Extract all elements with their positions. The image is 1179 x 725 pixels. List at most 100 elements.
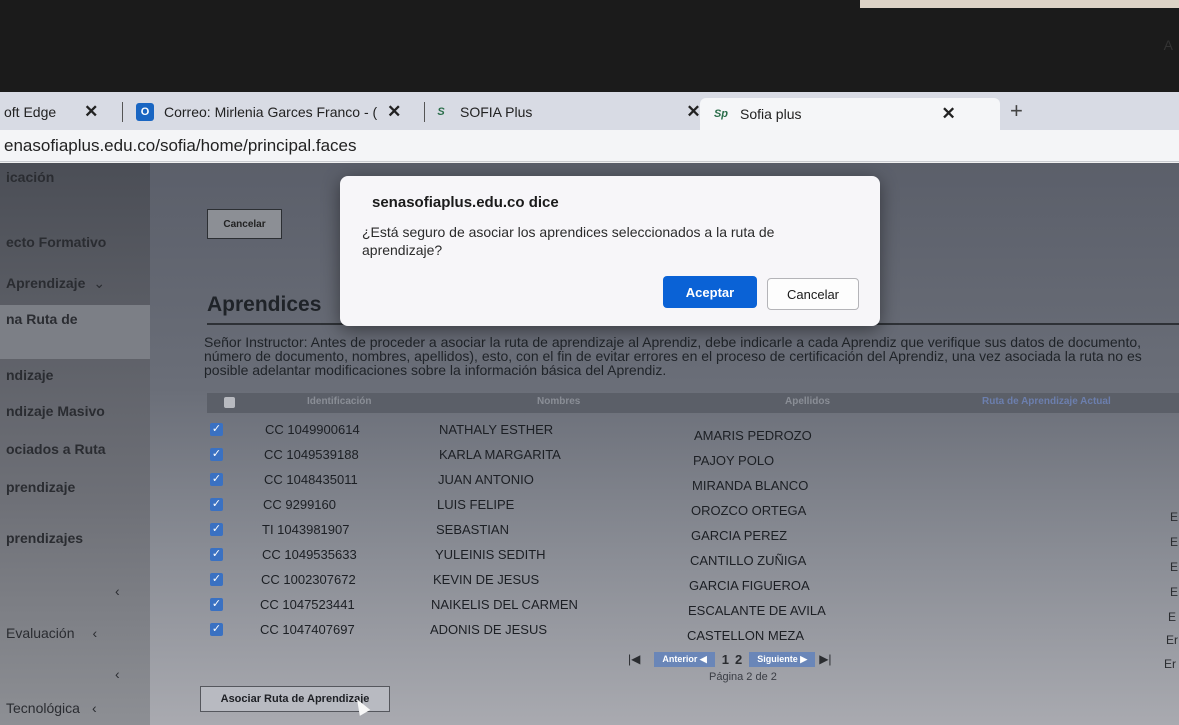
cancel-button[interactable]: Cancelar — [207, 209, 282, 239]
sidebar-item-evaluacion[interactable]: Evaluación ‹ — [6, 625, 97, 641]
chevron-down-icon: ⌄ — [93, 275, 106, 291]
sidebar-item-ruta-aprendizaje[interactable]: prendizaje — [6, 479, 75, 495]
tab-label: oft Edge — [4, 104, 57, 120]
cell-nombres: ADONIS DE JESUS — [430, 622, 548, 637]
page-link-2[interactable]: 2 — [735, 652, 742, 667]
tab-label: Correo: Mirlenia Garces Franco - ( — [164, 104, 378, 120]
ruta-cell-partial: E — [1170, 585, 1179, 599]
cell-identificacion: CC 9299160 — [263, 497, 336, 512]
table-row: ✓ CC 1048435011 JUAN ANTONIO MIRANDA BLANCO — [207, 468, 1179, 493]
chevron-left-icon[interactable]: ‹ — [115, 583, 120, 599]
cell-nombres: NAIKELIS DEL CARMEN — [431, 597, 578, 612]
dialog-cancel-button[interactable]: Cancelar — [767, 278, 859, 310]
table-row: ✓ CC 1049539188 KARLA MARGARITA PAJOY POLO — [207, 443, 1179, 468]
cell-apellidos: CASTELLON MEZA — [687, 628, 805, 643]
dialog-title: senasofiaplus.edu.co dice — [372, 194, 559, 211]
row-checkbox[interactable]: ✓ — [210, 473, 223, 486]
row-checkbox[interactable]: ✓ — [210, 548, 223, 561]
last-page-icon[interactable]: ▶| — [819, 652, 831, 666]
sidebar-item-aprendizaje-masivo[interactable]: ndizaje Masivo — [6, 403, 105, 419]
instructor-notice: Señor Instructor: Antes de proceder a as… — [204, 334, 1142, 378]
accept-button[interactable]: Aceptar — [663, 276, 757, 308]
sidebar-item-asociados-ruta[interactable]: ociados a Ruta — [6, 441, 106, 457]
browser-tab-bar: oft Edge ✕ O Correo: Mirlenia Garces Fra… — [0, 92, 1179, 130]
read-aloud-icon[interactable]: A — [1164, 37, 1173, 53]
cell-identificacion: TI 1043981907 — [262, 522, 350, 537]
row-checkbox[interactable]: ✓ — [210, 448, 223, 461]
row-checkbox[interactable]: ✓ — [210, 623, 223, 636]
cell-nombres: YULEINIS SEDITH — [435, 547, 546, 562]
sidebar-item-label: Tecnológica — [6, 700, 80, 716]
next-page-button[interactable]: Siguiente ▶ — [749, 651, 816, 667]
sidebar-item-aprendizaje-individual[interactable]: ndizaje — [6, 367, 53, 383]
row-checkbox[interactable]: ✓ — [210, 498, 223, 511]
sofia-icon: S — [437, 106, 445, 118]
chevron-left-icon[interactable]: ‹ — [115, 666, 120, 682]
table-row: ✓ CC 9299160 LUIS FELIPE OROZCO ORTEGA — [207, 493, 1179, 518]
tab-edge[interactable]: oft Edge ✕ — [4, 96, 98, 128]
sidebar-item-tecnologica[interactable]: Tecnológica ‹ — [6, 700, 97, 716]
cell-identificacion: CC 1049535633 — [262, 547, 357, 562]
cell-apellidos: GARCIA FIGUEROA — [689, 578, 810, 593]
table-row: ✓ CC 1049535633 YULEINIS SEDITH CANTILLO ZU… — [207, 543, 1179, 568]
sidebar-item-label: Aprendizaje — [6, 275, 86, 291]
row-checkbox[interactable]: ✓ — [210, 598, 223, 611]
cell-apellidos: CANTILLO ZUÑIGA — [690, 553, 807, 568]
previous-page-button[interactable]: Anterior ◀ — [654, 651, 715, 667]
first-page-icon[interactable]: |◀ — [628, 652, 640, 666]
sofia-icon: Sp — [713, 108, 729, 120]
cell-identificacion: CC 1047407697 — [260, 622, 355, 637]
table-row: ✓ TI 1043981907 SEBASTIAN GARCIA PEREZ — [207, 518, 1179, 543]
sidebar-item-proyecto-formativo[interactable]: ecto Formativo — [6, 234, 106, 250]
tab-outlook[interactable]: O Correo: Mirlenia Garces Franco - ( ✕ — [136, 96, 401, 128]
sidebar-item-ubicacion[interactable]: icación — [6, 169, 54, 185]
column-header-ruta-actual: Ruta de Aprendizaje Actual — [982, 396, 1111, 407]
column-header-nombres: Nombres — [537, 396, 581, 407]
close-icon[interactable]: ✕ — [84, 102, 98, 122]
new-tab-icon[interactable]: + — [1010, 98, 1023, 124]
row-checkbox[interactable]: ✓ — [210, 523, 223, 536]
cell-apellidos: AMARIS PEDROZO — [694, 428, 812, 443]
url-text[interactable]: enasofiaplus.edu.co/sofia/home/principal… — [4, 136, 357, 156]
sidebar-item-ruta[interactable]: na Ruta de — [0, 305, 150, 359]
column-header-identificacion: Identificación — [307, 396, 372, 407]
close-icon[interactable]: ✕ — [941, 104, 955, 124]
sidebar-item-label: Evaluación — [6, 625, 75, 641]
select-all-checkbox[interactable] — [224, 397, 235, 408]
ruta-cell-partial: E — [1170, 510, 1179, 524]
confirm-dialog: senasofiaplus.edu.co dice ¿Está seguro d… — [340, 176, 880, 326]
tab-sofia-plus[interactable]: S SOFIA Plus ✕ — [432, 96, 700, 128]
tab-label: SOFIA Plus — [460, 104, 533, 120]
page-indicator: Página 2 de 2 — [709, 671, 777, 683]
dialog-message: ¿Está seguro de asociar los aprendices s… — [362, 224, 775, 258]
cell-apellidos: ESCALANTE DE AVILA — [688, 603, 826, 618]
cell-nombres: SEBASTIAN — [436, 522, 509, 537]
row-checkbox[interactable]: ✓ — [210, 423, 223, 436]
page-link-1[interactable]: 1 — [722, 652, 729, 667]
chevron-left-icon: ‹ — [92, 625, 98, 641]
ruta-cell-partial: E — [1170, 560, 1179, 574]
close-icon[interactable]: ✕ — [387, 102, 401, 122]
cell-apellidos: MIRANDA BLANCO — [692, 478, 809, 493]
chevron-left-icon: ‹ — [91, 700, 97, 716]
page-title: Aprendices — [207, 293, 322, 316]
tab-sofia-plus-active[interactable]: Sp Sofia plus ✕ — [700, 98, 1000, 130]
tab-label: Sofia plus — [740, 106, 802, 122]
monitor-bezel — [0, 0, 1179, 92]
ruta-cell-partial: E — [1168, 610, 1177, 624]
table-row: ✓ CC 1047523441 NAIKELIS DEL CARMEN ESCALAN… — [207, 593, 1179, 618]
tab-separator — [122, 102, 123, 122]
sidebar-item-aprendizajes[interactable]: prendizajes — [6, 530, 83, 546]
sidebar-item-aprendizaje[interactable]: Aprendizaje ⌄ — [6, 275, 105, 292]
row-checkbox[interactable]: ✓ — [210, 573, 223, 586]
column-header-apellidos: Apellidos — [785, 396, 831, 407]
cell-apellidos: GARCIA PEREZ — [691, 528, 788, 543]
table-row: ✓ CC 1049900614 NATHALY ESTHER AMARIS PEDRO… — [207, 418, 1179, 443]
cell-identificacion: CC 1048435011 — [264, 472, 358, 487]
address-bar[interactable]: enasofiaplus.edu.co/sofia/home/principal… — [0, 130, 1179, 162]
table-row: ✓ CC 1047407697 ADONIS DE JESUS CASTELLON M… — [207, 618, 1179, 643]
ruta-cell-partial: Er — [1164, 657, 1176, 671]
ruta-cell-partial: Er — [1166, 633, 1178, 647]
sidebar-item-label: na Ruta de — [6, 311, 78, 327]
close-icon[interactable]: ✕ — [686, 102, 700, 122]
